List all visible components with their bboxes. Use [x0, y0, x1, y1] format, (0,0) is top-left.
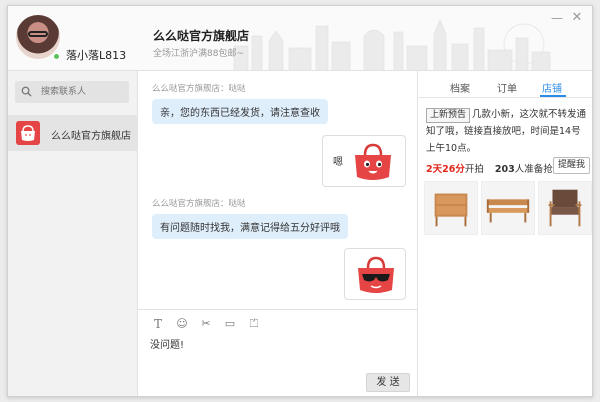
message-text: 嗯 — [333, 157, 343, 168]
chat-window: 落小落L813 么么哒官方旗舰店 全场江浙沪满88包邮~ — ✕ 么么哒官方旗舰… — [7, 5, 593, 397]
online-status-icon — [53, 53, 60, 60]
city-skyline-decoration — [233, 19, 551, 70]
window-header: 落小落L813 么么哒官方旗舰店 全场江浙沪满88包邮~ — ✕ — [8, 6, 592, 71]
shop-subtitle: 全场江浙沪满88包邮~ — [153, 49, 244, 59]
message-composer: T ☺ ✂ ▭ ⏍ 没问题! 发 送 — [138, 309, 417, 396]
contact-name: 么么哒官方旗舰店 — [51, 131, 131, 142]
countdown: 2天26分开拍 203人准备抢 — [426, 161, 553, 175]
waiting-count: 203 — [494, 164, 515, 175]
message-bubble-out: 嗯 — [322, 135, 406, 187]
tabs-divider — [418, 97, 592, 98]
countdown-suffix: 开拍 — [464, 164, 484, 175]
contact-item[interactable]: 么么哒官方旗舰店 — [8, 115, 138, 151]
username: 落小落L813 — [66, 49, 127, 62]
countdown-time: 26分 — [442, 164, 465, 175]
search-icon — [21, 86, 32, 97]
tab-store[interactable]: 店铺 — [542, 80, 562, 95]
shop-title: 么么哒官方旗舰店 — [153, 29, 250, 43]
promo-tag: 上新预告 — [426, 108, 471, 123]
message-input[interactable]: 没问题! — [150, 336, 184, 351]
text-format-icon[interactable]: T — [150, 316, 166, 332]
contacts-sidebar: 么么哒官方旗舰店 — [8, 71, 138, 396]
message-bubble-in: 亲，您的东西已经发货，请注意查收 — [152, 99, 328, 124]
history-icon[interactable]: ⏍ — [246, 316, 262, 332]
send-button[interactable]: 发 送 — [366, 373, 410, 392]
search-box[interactable] — [15, 81, 129, 103]
promo-notice: 上新预告 几款小新，这次就不转发通知了哦，链接直接放吧，时间是14号上午10点。 — [426, 106, 590, 157]
emoji-icon[interactable]: ☺ — [174, 316, 190, 332]
waiting-suffix: 人准备抢 — [514, 164, 553, 175]
close-icon[interactable]: ✕ — [570, 11, 584, 25]
message-bubble-in: 有问题随时找我，满意记得给五分好评哦 — [152, 214, 348, 239]
product-wooden-cabinet[interactable] — [424, 181, 478, 235]
active-tab-indicator — [540, 95, 566, 97]
avatar-glasses — [28, 31, 48, 37]
shop-info-panel: 档案 订单 店铺 上新预告 几款小新，这次就不转发通知了哦，链接直接放吧，时间是1… — [417, 71, 592, 396]
red-bag-sunglasses-icon — [358, 256, 394, 293]
countdown-days: 2天 — [426, 164, 443, 175]
red-bag-smile-icon — [355, 143, 391, 180]
message-sender: 么么哒官方旗舰店：哒哒 — [152, 84, 246, 94]
product-wooden-bench[interactable] — [481, 181, 535, 235]
scissors-icon[interactable]: ✂ — [198, 316, 214, 332]
search-input[interactable] — [41, 84, 125, 100]
tab-orders[interactable]: 订单 — [497, 80, 517, 95]
message-bubble-out — [344, 248, 406, 300]
chat-messages: 么么哒官方旗舰店：哒哒 亲，您的东西已经发货，请注意查收 嗯 么么哒官方旗舰店：… — [138, 71, 417, 309]
remind-me-button[interactable]: 提醒我 — [553, 157, 590, 174]
shop-bag-icon — [16, 121, 40, 145]
screen-capture-icon[interactable]: ▭ — [222, 316, 238, 332]
product-brown-armchair[interactable] — [538, 181, 592, 235]
message-sender: 么么哒官方旗舰店：哒哒 — [152, 199, 246, 209]
user-avatar[interactable] — [16, 15, 60, 59]
tab-profile[interactable]: 档案 — [450, 80, 470, 95]
minimize-icon[interactable]: — — [550, 11, 564, 25]
